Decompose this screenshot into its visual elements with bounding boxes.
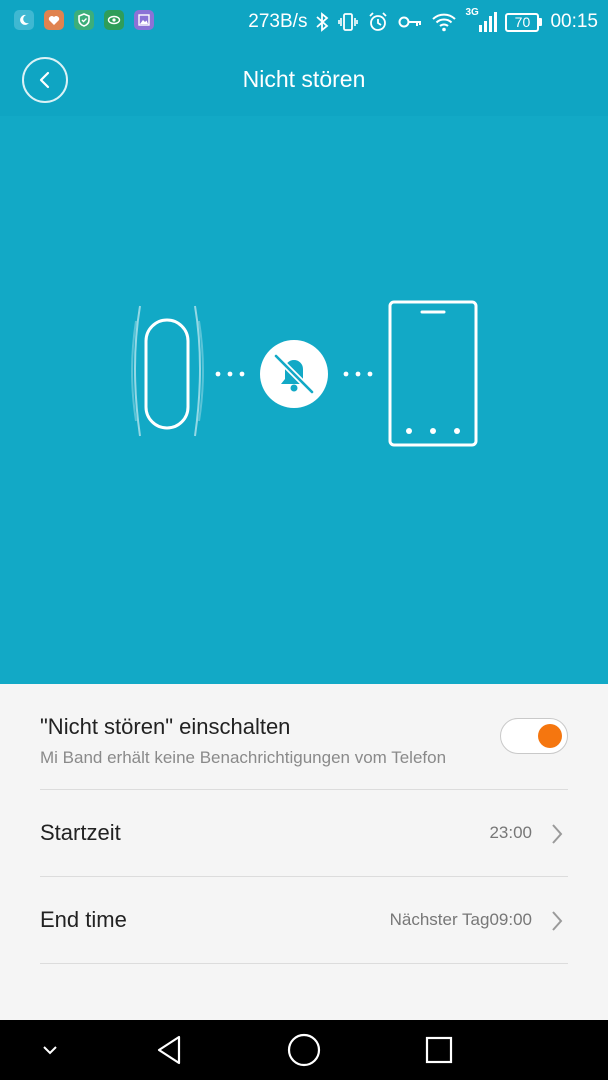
- dnd-toggle-title: "Nicht stören" einschalten: [40, 714, 291, 739]
- connection-dots-left: [215, 371, 245, 377]
- phone-icon: [388, 300, 478, 447]
- bluetooth-icon: [315, 11, 329, 33]
- app-header: Nicht stören: [0, 44, 608, 116]
- toggle-knob: [538, 724, 562, 748]
- moon-app-icon: [14, 10, 34, 30]
- end-time-label: End time: [40, 907, 127, 932]
- connection-dots-right: [343, 371, 373, 377]
- hero-illustration: [0, 116, 608, 684]
- notification-app-icons: [14, 10, 154, 30]
- alarm-icon: [367, 11, 389, 33]
- end-time-value: Nächster Tag09:00: [389, 910, 532, 929]
- start-time-row[interactable]: Startzeit 23:00: [40, 790, 568, 876]
- dnd-toggle-subtitle: Mi Band erhält keine Benachrichtigungen …: [40, 748, 447, 767]
- start-time-value: 23:00: [489, 823, 532, 842]
- dnd-toggle-row: "Nicht stören" einschalten Mi Band erhäl…: [40, 712, 568, 790]
- collapse-icon: [43, 1046, 57, 1055]
- recents-square-icon: [425, 1036, 453, 1064]
- back-triangle-icon: [157, 1035, 181, 1065]
- chevron-right-icon: [552, 824, 563, 844]
- network-speed: 273B/s: [248, 11, 308, 32]
- heart-app-icon: [44, 10, 64, 30]
- start-time-label: Startzeit: [40, 820, 121, 845]
- status-indicators: 273B/s 3G 70 00:15: [248, 0, 598, 44]
- page-title: Nicht stören: [242, 66, 366, 92]
- vibrate-icon: [337, 11, 359, 33]
- home-circle-icon: [287, 1033, 321, 1067]
- wifi-icon: [431, 11, 457, 33]
- divider: [40, 963, 568, 964]
- bell-off-icon: [260, 340, 328, 408]
- clock: 00:15: [550, 11, 598, 32]
- signal-icon: 3G: [465, 7, 498, 35]
- chevron-right-icon: [552, 911, 563, 931]
- battery-level: 70: [505, 12, 540, 32]
- dnd-toggle-switch[interactable]: [500, 718, 568, 754]
- image-app-icon: [134, 10, 154, 30]
- settings-list: "Nicht stören" einschalten Mi Band erhäl…: [0, 684, 608, 1020]
- network-type-label: 3G: [465, 7, 479, 18]
- status-bar: 273B/s 3G 70 00:15: [0, 0, 608, 44]
- nav-back-button[interactable]: [144, 1020, 194, 1080]
- nav-home-button[interactable]: [279, 1020, 329, 1080]
- battery-icon: 70: [505, 12, 543, 32]
- end-time-row[interactable]: End time Nächster Tag09:00: [40, 877, 568, 963]
- navigation-bar: [0, 1020, 608, 1080]
- nav-recents-button[interactable]: [414, 1020, 464, 1080]
- shield-app-icon: [74, 10, 94, 30]
- band-icon: [131, 305, 204, 437]
- key-icon: [397, 11, 423, 33]
- collapse-button[interactable]: [30, 1020, 70, 1080]
- eye-app-icon: [104, 10, 124, 30]
